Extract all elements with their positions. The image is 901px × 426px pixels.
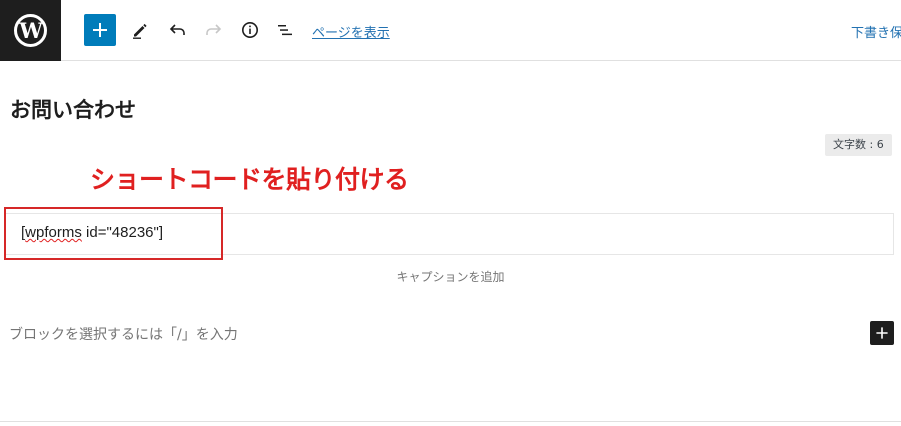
block-appender-placeholder[interactable]: ブロックを選択するには「/」を入力 [9, 324, 238, 344]
undo-icon [169, 24, 185, 35]
list-view-icon [278, 25, 292, 36]
save-draft-button[interactable]: 下書き保 [851, 22, 901, 41]
details-button[interactable] [234, 14, 266, 46]
tools-edit-button[interactable] [124, 14, 156, 46]
caption-placeholder[interactable]: キャプションを追加 [0, 268, 901, 285]
undo-button[interactable] [162, 14, 194, 46]
view-page-link[interactable]: ページを表示 [312, 22, 390, 41]
annotation-text: ショートコードを貼り付ける [90, 165, 409, 194]
plus-icon [876, 327, 888, 339]
word-count-badge: 文字数 : 6 [825, 134, 892, 156]
wordpress-logo-icon: W [14, 14, 47, 47]
page-title[interactable]: お問い合わせ [10, 94, 136, 124]
divider [0, 421, 901, 422]
editor-top-toolbar: W ページを表示 下書き保 [0, 0, 901, 61]
info-icon [242, 22, 258, 38]
wordpress-logo-button[interactable]: W [0, 0, 61, 61]
annotation-highlight-box [4, 207, 223, 260]
list-view-button[interactable] [269, 14, 301, 46]
block-inserter-button[interactable] [870, 321, 894, 345]
redo-button[interactable] [197, 14, 229, 46]
plus-icon [93, 23, 107, 37]
add-block-button[interactable] [84, 14, 116, 46]
pencil-icon [133, 23, 147, 39]
redo-icon [206, 24, 222, 35]
